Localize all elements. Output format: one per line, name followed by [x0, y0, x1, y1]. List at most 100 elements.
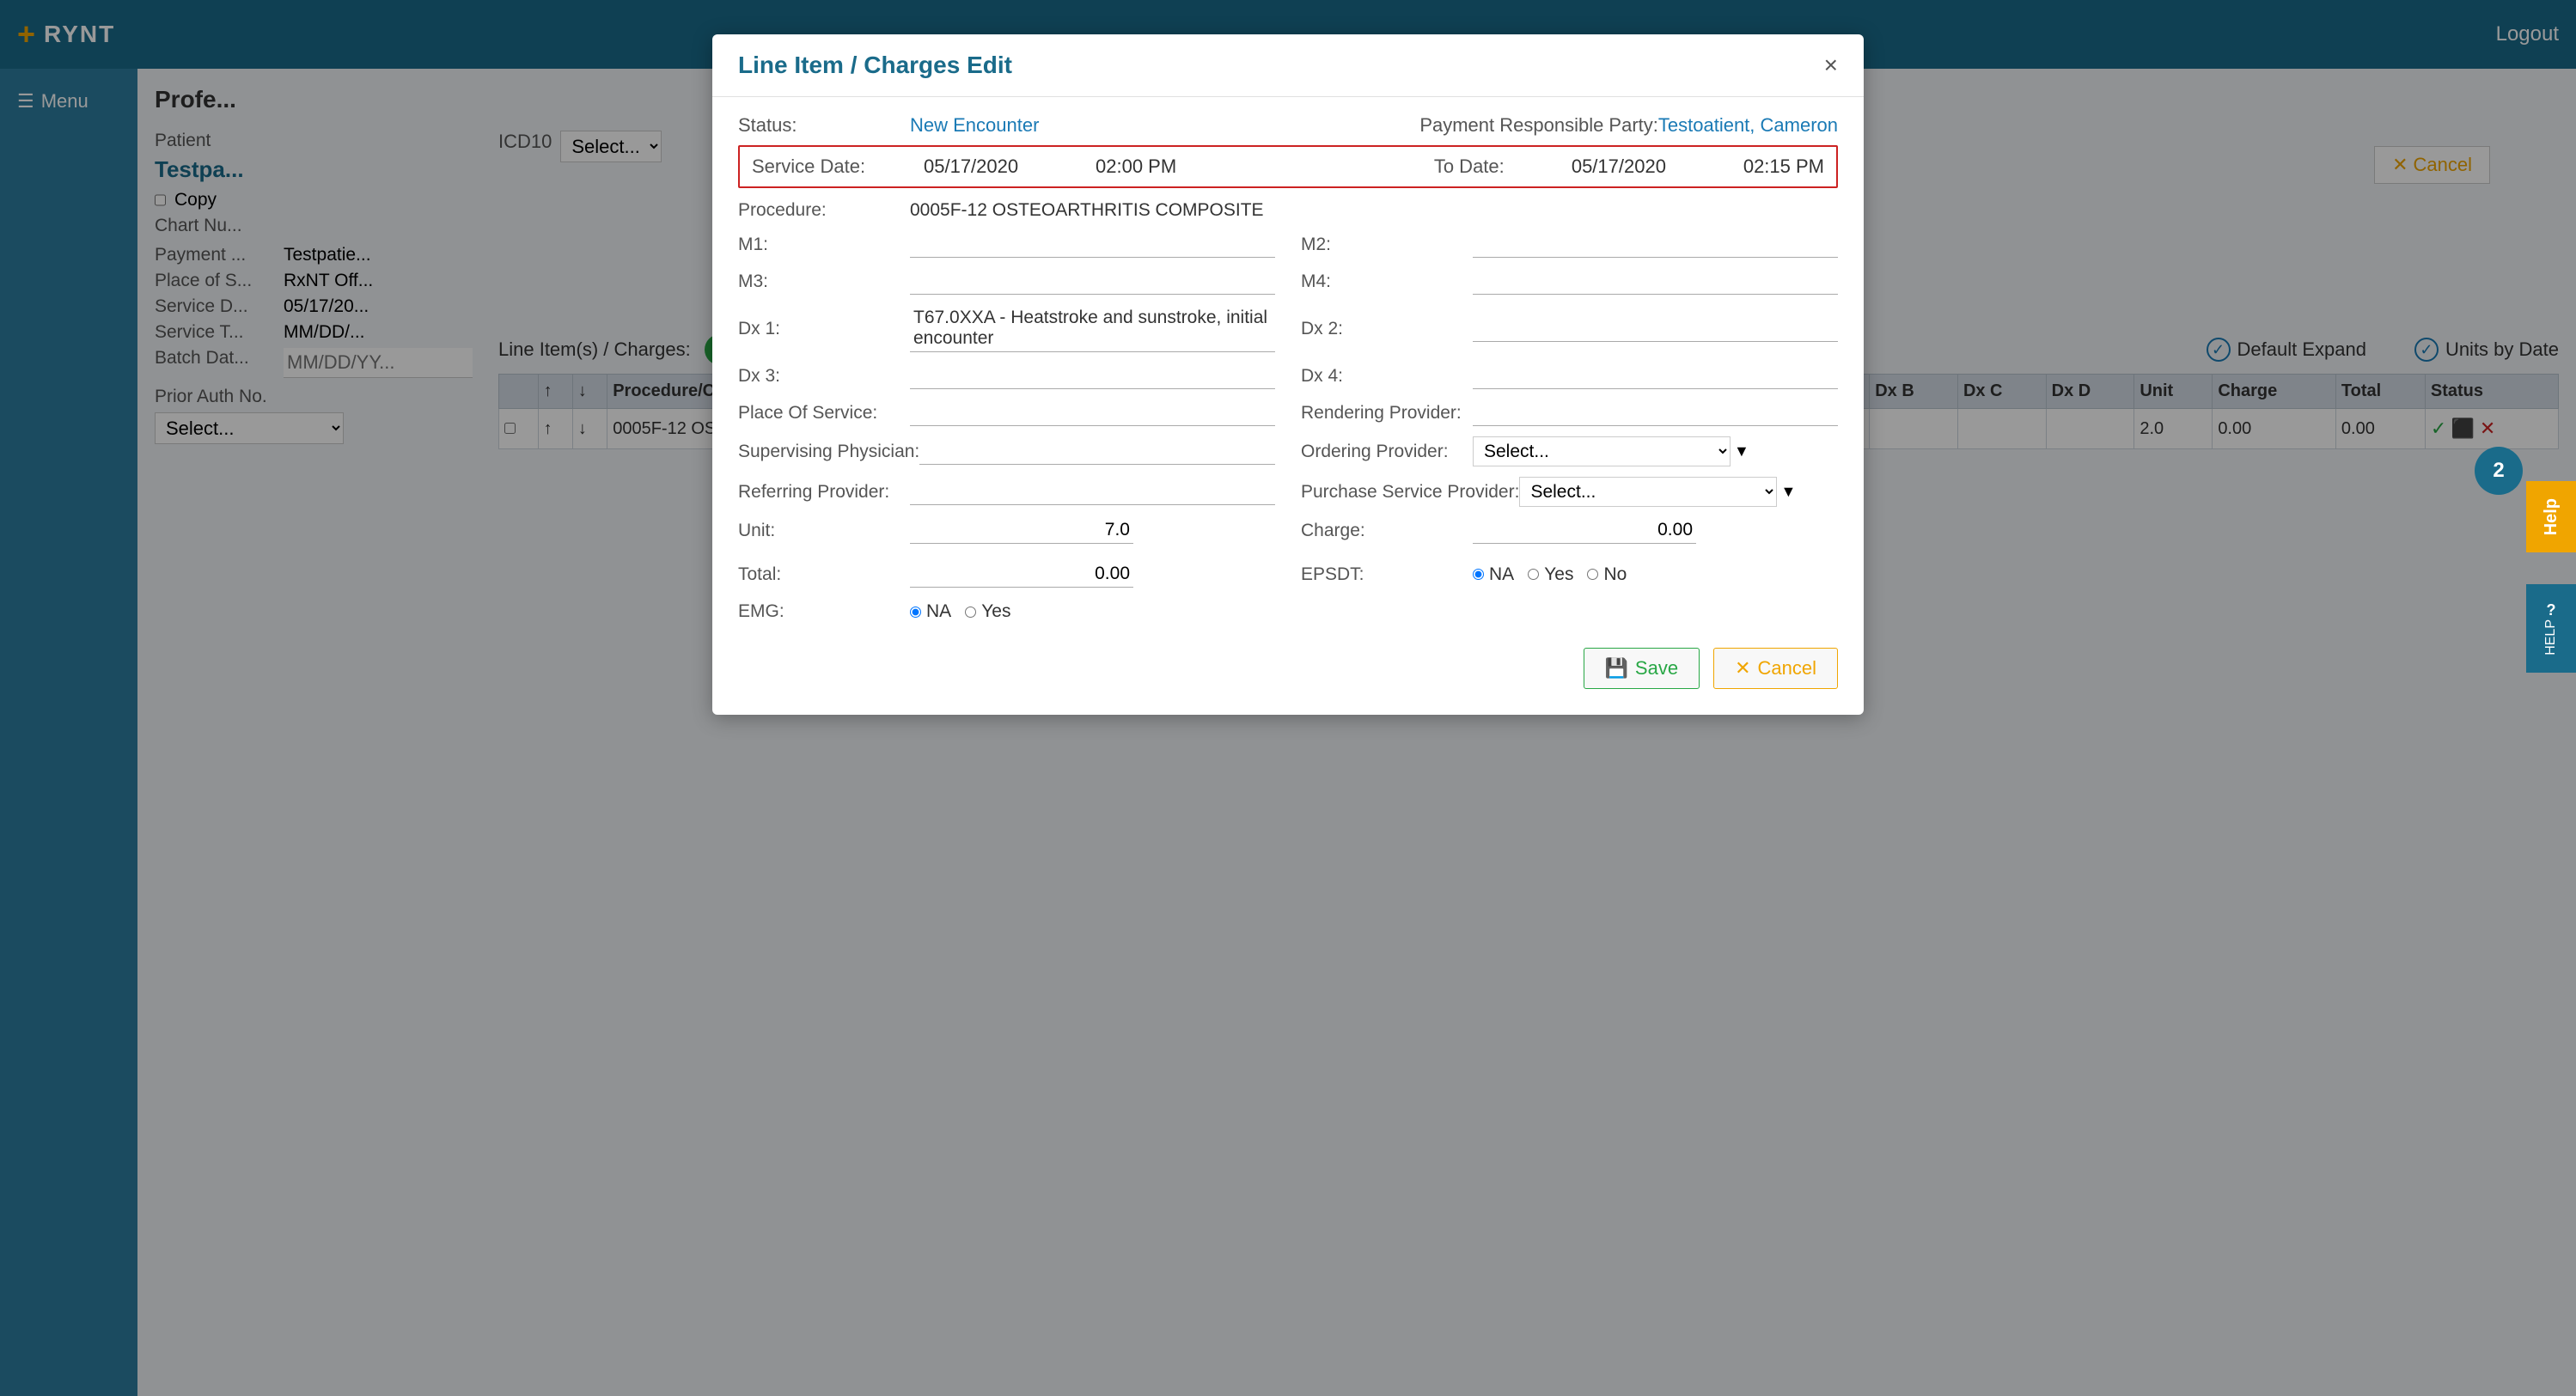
emg-row: EMG: NA Yes [738, 601, 1838, 622]
procedure-label: Procedure: [738, 200, 910, 221]
referring-provider-input[interactable] [910, 479, 1275, 505]
epsdt-row: EPSDT: NA Yes No [1301, 561, 1838, 588]
purchase-service-select[interactable]: Select... [1519, 477, 1777, 507]
service-time-value: 02:00 PM [1096, 155, 1434, 178]
service-date-row: Service Date: 05/17/2020 02:00 PM To Dat… [738, 145, 1838, 188]
charge-label: Charge: [1301, 521, 1473, 541]
m3-label: M3: [738, 271, 910, 292]
epsdt-yes-option[interactable]: Yes [1528, 564, 1573, 585]
rendering-provider-input[interactable] [1473, 399, 1838, 426]
rendering-provider-row: Rendering Provider: [1301, 399, 1838, 426]
purchase-dropdown-icon: ▼ [1780, 483, 1796, 501]
help2-tab[interactable]: ? HELP [2526, 584, 2576, 673]
m4-label: M4: [1301, 271, 1473, 292]
ordering-provider-row: Ordering Provider: Select... ▼ [1301, 436, 1838, 466]
emg-na-option[interactable]: NA [910, 601, 951, 622]
m3-row: M3: [738, 268, 1275, 295]
notification-badge[interactable]: 2 [2475, 447, 2523, 495]
emg-na-label: NA [926, 601, 951, 622]
modal-body: Status: New Encounter Payment Responsibl… [712, 97, 1864, 715]
dx4-label: Dx 4: [1301, 366, 1473, 387]
dx3-input[interactable] [910, 363, 1275, 389]
emg-na-radio[interactable] [910, 607, 921, 618]
emg-yes-radio[interactable] [965, 607, 976, 618]
cancel-label: Cancel [1758, 657, 1816, 680]
procedure-value: 0005F-12 OSTEOARTHRITIS COMPOSITE [910, 200, 1264, 221]
cancel-button[interactable]: ✕ Cancel [1713, 648, 1838, 689]
epsdt-no-option[interactable]: No [1587, 564, 1627, 585]
modal-header: Line Item / Charges Edit × [712, 34, 1864, 97]
to-date-value: 05/17/2020 [1572, 155, 1743, 178]
payment-party-value: Testoatient, Cameron [1658, 114, 1838, 137]
emg-yes-label: Yes [981, 601, 1010, 622]
to-date-label: To Date: [1434, 155, 1572, 178]
status-label: Status: [738, 114, 910, 137]
ordering-provider-label: Ordering Provider: [1301, 442, 1473, 462]
ordering-provider-select[interactable]: Select... [1473, 436, 1731, 466]
help-tab[interactable]: Help [2526, 481, 2576, 552]
supervising-physician-input[interactable] [919, 438, 1275, 465]
epsdt-na-option[interactable]: NA [1473, 564, 1514, 585]
epsdt-na-label: NA [1489, 564, 1514, 585]
dx3-row: Dx 3: [738, 363, 1275, 389]
unit-input[interactable] [910, 517, 1133, 544]
m1-row: M1: [738, 231, 1275, 258]
referring-provider-label: Referring Provider: [738, 482, 910, 503]
total-input[interactable] [910, 561, 1133, 588]
epsdt-no-label: No [1603, 564, 1627, 585]
epsdt-label: EPSDT: [1301, 564, 1473, 585]
m1-label: M1: [738, 235, 910, 255]
modal-title: Line Item / Charges Edit [738, 52, 1012, 79]
dx2-row: Dx 2: [1301, 305, 1838, 352]
dx4-row: Dx 4: [1301, 363, 1838, 389]
emg-yes-option[interactable]: Yes [965, 601, 1010, 622]
m2-input[interactable] [1473, 231, 1838, 258]
epsdt-no-radio[interactable] [1587, 569, 1598, 580]
place-of-service-input[interactable] [910, 399, 1275, 426]
status-row: Status: New Encounter Payment Responsibl… [738, 114, 1838, 137]
epsdt-radio-group: NA Yes No [1473, 564, 1627, 585]
dx4-input[interactable] [1473, 363, 1838, 389]
form-grid: M1: M2: M3: M4: [738, 231, 1838, 507]
help2-icon: ? [2547, 601, 2556, 619]
modal-backdrop: Line Item / Charges Edit × Status: New E… [0, 0, 2576, 1396]
epsdt-yes-radio[interactable] [1528, 569, 1539, 580]
modal-close-button[interactable]: × [1824, 53, 1838, 77]
ordering-dropdown-icon: ▼ [1734, 442, 1749, 460]
dx3-label: Dx 3: [738, 366, 910, 387]
m4-input[interactable] [1473, 268, 1838, 295]
modal-footer: 💾 Save ✕ Cancel [738, 639, 1838, 689]
procedure-row: Procedure: 0005F-12 OSTEOARTHRITIS COMPO… [738, 200, 1838, 221]
unit-row: Unit: [738, 517, 1275, 544]
m1-input[interactable] [910, 231, 1275, 258]
m2-row: M2: [1301, 231, 1838, 258]
dx1-value: T67.0XXA - Heatstroke and sunstroke, ini… [910, 305, 1275, 352]
cancel-icon: ✕ [1735, 657, 1750, 680]
unit-label: Unit: [738, 521, 910, 541]
supervising-physician-row: Supervising Physician: [738, 436, 1275, 466]
m3-input[interactable] [910, 268, 1275, 295]
dx1-label: Dx 1: [738, 319, 910, 339]
to-time-value: 02:15 PM [1743, 155, 1824, 178]
charge-input[interactable] [1473, 517, 1696, 544]
emg-radio-group: NA Yes [910, 601, 1010, 622]
save-label: Save [1635, 657, 1678, 680]
service-date-label: Service Date: [752, 155, 924, 178]
help-label: Help [2542, 498, 2561, 535]
dx2-label: Dx 2: [1301, 319, 1473, 339]
dx2-input[interactable] [1473, 315, 1838, 342]
save-button[interactable]: 💾 Save [1584, 648, 1700, 689]
payment-party-label: Payment Responsible Party: [1419, 114, 1658, 137]
notification-count: 2 [2493, 459, 2504, 483]
total-row: Total: [738, 561, 1275, 588]
rendering-provider-label: Rendering Provider: [1301, 403, 1473, 424]
supervising-physician-label: Supervising Physician: [738, 442, 919, 462]
epsdt-yes-label: Yes [1544, 564, 1573, 585]
m2-label: M2: [1301, 235, 1473, 255]
service-date-value: 05/17/2020 [924, 155, 1096, 178]
help2-label: HELP [2543, 619, 2559, 655]
total-label: Total: [738, 564, 910, 585]
epsdt-na-radio[interactable] [1473, 569, 1484, 580]
charge-row: Charge: [1301, 517, 1838, 544]
place-of-service-label: Place Of Service: [738, 403, 910, 424]
